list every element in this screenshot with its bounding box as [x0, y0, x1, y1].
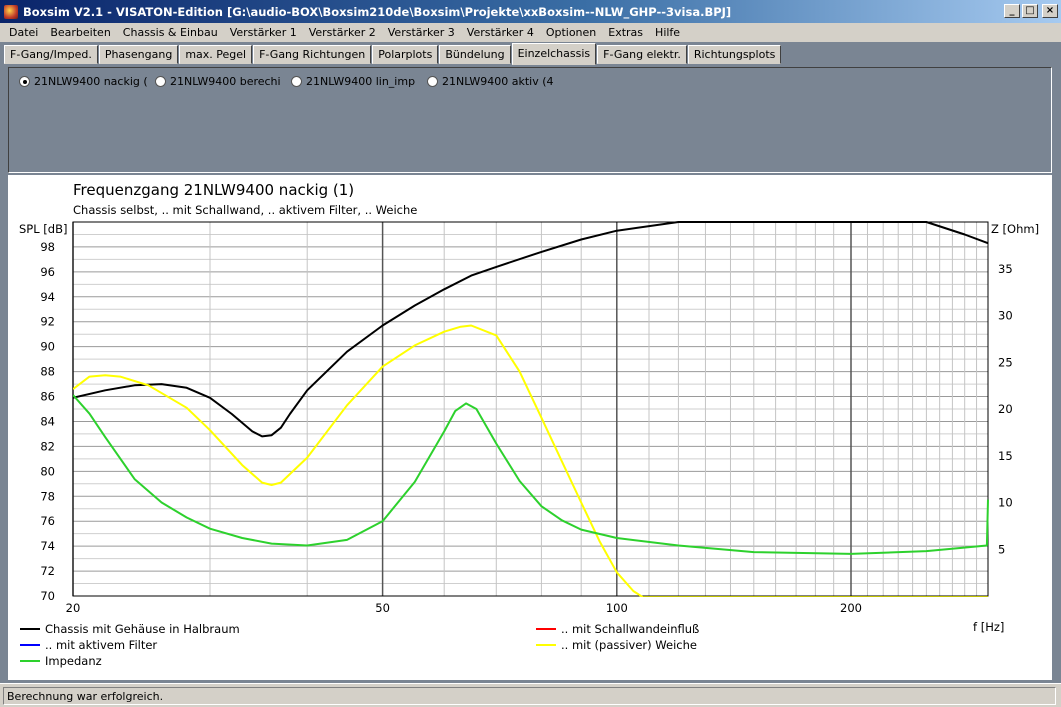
x-tick-label: 200 [840, 601, 862, 615]
legend-label: Impedanz [45, 654, 102, 668]
radio-unselected-icon[interactable] [291, 76, 302, 87]
tab-fgang-imped[interactable]: F-Gang/Imped. [4, 45, 98, 64]
y-tick-label: 88 [40, 365, 55, 379]
y-tick-label: 94 [40, 290, 55, 304]
y2-axis-label: Z [Ohm] [991, 222, 1039, 236]
y-tick-label: 74 [40, 539, 55, 553]
radio-label: 21NLW9400 berechi [170, 75, 281, 88]
radio-unselected-icon[interactable] [427, 76, 438, 87]
tab-fgang-elektr[interactable]: F-Gang elektr. [597, 45, 687, 64]
menu-optionen[interactable]: Optionen [540, 26, 602, 39]
tab-max-pegel[interactable]: max. Pegel [179, 45, 253, 64]
x-tick-label: 50 [375, 601, 390, 615]
radio-label: 21NLW9400 nackig ( [34, 75, 148, 88]
y2-tick-label: 15 [998, 449, 1013, 463]
app-icon[interactable] [4, 4, 18, 19]
status-bar: Berechnung war erfolgreich. [0, 683, 1061, 707]
minimize-button[interactable]: _ [1004, 4, 1020, 18]
menu-hilfe[interactable]: Hilfe [649, 26, 686, 39]
tab-polarplots[interactable]: Polarplots [372, 45, 439, 64]
radio-label: 21NLW9400 lin_imp [306, 75, 416, 88]
legend-label: .. mit (passiver) Weiche [561, 638, 697, 652]
y-tick-label: 96 [40, 265, 55, 279]
radio-option-4[interactable]: 21NLW9400 aktiv (4 [427, 75, 563, 88]
menu-verstaerker-1[interactable]: Verstärker 1 [224, 26, 303, 39]
y-tick-label: 80 [40, 464, 55, 478]
radio-selected-icon[interactable] [19, 76, 30, 87]
menu-chassis-einbau[interactable]: Chassis & Einbau [117, 26, 224, 39]
tab-buendelung[interactable]: Bündelung [439, 45, 511, 64]
y-tick-label: 92 [40, 315, 55, 329]
menu-verstaerker-2[interactable]: Verstärker 2 [303, 26, 382, 39]
y-axis-label: SPL [dB] [19, 222, 67, 236]
y2-tick-label: 30 [998, 309, 1013, 323]
y2-tick-label: 5 [998, 542, 1005, 556]
menu-verstaerker-4[interactable]: Verstärker 4 [461, 26, 540, 39]
maximize-button[interactable]: □ [1022, 4, 1038, 18]
plot-area: Frequenzgang 21NLW9400 nackig (1) Chassi… [8, 175, 1052, 680]
radio-label: 21NLW9400 aktiv (4 [442, 75, 554, 88]
legend-label: Chassis mit Gehäuse in Halbraum [45, 622, 240, 636]
close-button[interactable]: × [1042, 4, 1058, 18]
window-controls: _ □ × [1004, 4, 1058, 18]
y-tick-label: 98 [40, 240, 55, 254]
y2-tick-label: 10 [998, 496, 1013, 510]
tab-bar: F-Gang/Imped. Phasengang max. Pegel F-Ga… [0, 42, 1061, 65]
menu-verstaerker-3[interactable]: Verstärker 3 [382, 26, 461, 39]
radio-option-1[interactable]: 21NLW9400 nackig ( [19, 75, 155, 88]
title-bar: Boxsim V2.1 - VISATON-Edition [G:\audio-… [0, 0, 1061, 23]
y-tick-label: 72 [40, 564, 55, 578]
legend-label: .. mit aktivem Filter [45, 638, 157, 652]
y2-tick-label: 35 [998, 262, 1013, 276]
menu-bar: Datei Bearbeiten Chassis & Einbau Verstä… [0, 23, 1061, 42]
y2-tick-label: 20 [998, 402, 1013, 416]
radio-option-2[interactable]: 21NLW9400 berechi [155, 75, 291, 88]
tab-phasengang[interactable]: Phasengang [98, 45, 179, 64]
y-tick-label: 84 [40, 414, 55, 428]
tab-fgang-richtungen[interactable]: F-Gang Richtungen [253, 45, 372, 64]
menu-bearbeiten[interactable]: Bearbeiten [44, 26, 116, 39]
legend-label: .. mit Schallwandeinfluß [561, 622, 699, 636]
radio-unselected-icon[interactable] [155, 76, 166, 87]
menu-extras[interactable]: Extras [602, 26, 649, 39]
x-tick-label: 20 [66, 601, 81, 615]
radio-option-3[interactable]: 21NLW9400 lin_imp [291, 75, 427, 88]
status-text: Berechnung war erfolgreich. [3, 686, 1056, 705]
frequency-response-chart: 70 72 74 76 78 80 82 84 86 88 90 92 94 96 98 5 10 15 20 25 3… [19, 221, 1039, 668]
menu-datei[interactable]: Datei [3, 26, 44, 39]
y2-tick-label: 25 [998, 355, 1013, 369]
y-tick-label: 90 [40, 340, 55, 354]
y-tick-label: 82 [40, 439, 55, 453]
chassis-selection-panel: 21NLW9400 nackig ( 21NLW9400 berechi 21N… [8, 67, 1052, 173]
x-tick-label: 100 [606, 601, 628, 615]
tab-richtungsplots[interactable]: Richtungsplots [687, 45, 782, 64]
y-tick-label: 78 [40, 489, 55, 503]
tab-einzelchassis[interactable]: Einzelchassis [511, 43, 597, 65]
y-tick-label: 76 [40, 514, 55, 528]
window-title: Boxsim V2.1 - VISATON-Edition [G:\audio-… [23, 4, 732, 19]
y-tick-label: 70 [40, 589, 55, 603]
x-axis-label: f [Hz] [973, 620, 1004, 634]
y-tick-label: 86 [40, 390, 55, 404]
